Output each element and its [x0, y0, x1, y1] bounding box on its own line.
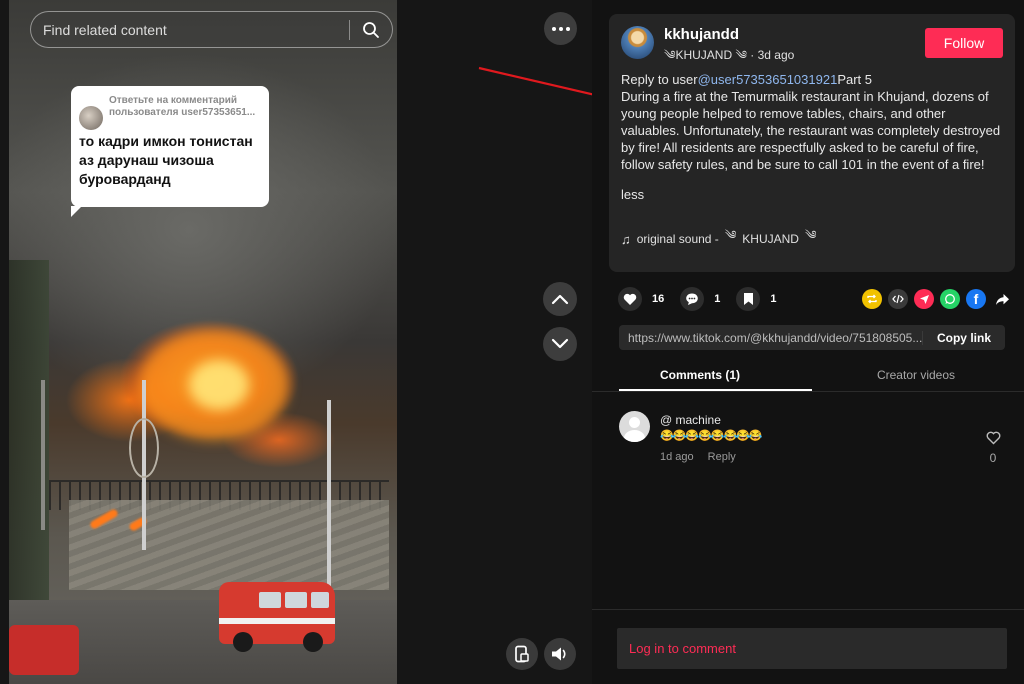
decor-swirl-icon: ༄	[664, 48, 676, 62]
comment-like-count: 0	[989, 451, 997, 465]
chevron-down-icon	[551, 338, 569, 349]
share-arrow-icon	[995, 293, 1009, 305]
chevron-up-icon	[551, 294, 569, 305]
heart-outline-icon	[986, 431, 1000, 445]
sticker-avatar	[79, 106, 103, 130]
more-share-button[interactable]	[992, 289, 1012, 309]
video-link-box: https://www.tiktok.com/@kkhujandd/video/…	[619, 325, 1005, 350]
author-subline: ༄KHUJAND ༄ · 3d ago	[664, 48, 795, 62]
repost-button[interactable]	[862, 289, 882, 309]
video-frame[interactable]: Ответьте на комментарий пользователя use…	[9, 0, 397, 684]
sticker-caption-line1: Ответьте на комментарий	[109, 95, 238, 106]
part-label: Part 5	[837, 72, 872, 87]
action-bar: 16 1 1 f	[618, 286, 1012, 312]
author-display-name: KHUJAND	[675, 48, 733, 62]
send-to-friends-button[interactable]	[914, 289, 934, 309]
bookmark-icon	[743, 293, 753, 305]
copy-link-button[interactable]: Copy link	[921, 330, 1005, 345]
search-button[interactable]	[350, 12, 392, 47]
tab-creator-videos[interactable]: Creator videos	[808, 362, 1024, 391]
decor-swirl-icon: ༄	[804, 228, 817, 242]
previous-video-button[interactable]	[543, 282, 577, 316]
search-bar[interactable]	[30, 11, 393, 48]
login-to-comment-button[interactable]: Log in to comment	[617, 628, 1007, 669]
description-card: kkhujandd ༄KHUJAND ༄ · 3d ago Follow Rep…	[609, 14, 1015, 272]
comment-meta: 1d ago Reply	[660, 451, 736, 463]
original-sound-link[interactable]: ♫ original sound - ༄ KHUJAND ༄	[621, 222, 1003, 256]
comment-button[interactable]: 1	[680, 287, 720, 311]
comment-item: @ machine 😂😂😂😂😂😂😂😂 1d ago Reply 0	[619, 411, 1005, 467]
heart-icon	[623, 293, 637, 305]
commenter-username[interactable]: @ machine	[660, 413, 721, 427]
comment-like-button[interactable]: 0	[985, 431, 1001, 465]
panel-tabs: Comments (1) Creator videos	[592, 362, 1024, 392]
active-tab-indicator	[619, 389, 812, 391]
sound-label: original sound -	[636, 232, 719, 246]
save-button[interactable]: 1	[736, 287, 777, 311]
volume-button[interactable]	[544, 638, 576, 670]
details-panel: kkhujandd ༄KHUJAND ༄ · 3d ago Follow Rep…	[592, 0, 1024, 684]
facebook-icon: f	[973, 291, 979, 307]
comment-text: 😂😂😂😂😂😂😂😂	[660, 430, 763, 442]
more-dot	[558, 26, 563, 31]
more-dot	[551, 26, 556, 31]
author-username[interactable]: kkhujandd	[664, 26, 925, 44]
sticker-text: то кадри имкон тонистан аз дарунаш чизош…	[79, 133, 253, 187]
repost-icon	[867, 294, 877, 304]
annotation-arrow	[478, 66, 592, 96]
video-description: Reply to user@user57353651031921Part 5 D…	[621, 71, 1003, 173]
video-player[interactable]: Ответьте на комментарий пользователя use…	[0, 0, 592, 684]
send-icon	[919, 294, 929, 304]
red-car	[9, 625, 79, 675]
fire-glow	[189, 360, 249, 410]
decor-swirl-icon: ༄	[724, 228, 737, 242]
float-player-icon	[515, 645, 529, 663]
show-less-link[interactable]: less	[621, 187, 661, 202]
reply-comment-sticker: Ответьте на комментарий пользователя use…	[71, 86, 269, 217]
like-count: 16	[652, 293, 665, 305]
post-time: 3d ago	[757, 48, 795, 62]
save-count: 1	[770, 293, 777, 305]
description-body: During a fire at the Temurmalik restaura…	[621, 89, 1001, 172]
more-options-button[interactable]	[544, 12, 577, 45]
sound-artist: KHUJAND	[742, 232, 799, 246]
facebook-share-button[interactable]: f	[966, 289, 986, 309]
reply-prefix: Reply to user	[621, 72, 698, 87]
video-url: https://www.tiktok.com/@kkhujandd/video/…	[628, 330, 922, 345]
volume-icon	[552, 647, 566, 661]
follow-button[interactable]: Follow	[925, 28, 1003, 58]
comment-icon	[686, 293, 699, 305]
like-button[interactable]: 16	[618, 287, 664, 311]
whatsapp-icon	[945, 294, 955, 304]
mention-link[interactable]: @user57353651031921	[698, 72, 838, 87]
next-video-button[interactable]	[543, 327, 577, 361]
embed-button[interactable]	[888, 289, 908, 309]
float-player-button[interactable]	[506, 638, 538, 670]
embed-icon	[892, 294, 904, 304]
commenter-avatar[interactable]	[619, 411, 650, 442]
whatsapp-share-button[interactable]	[940, 289, 960, 309]
fire-van	[219, 582, 335, 652]
comment-time: 1d ago	[660, 451, 694, 463]
panel-divider	[592, 609, 1024, 610]
author-avatar[interactable]	[621, 26, 654, 59]
lamp-post	[327, 400, 331, 600]
share-icons: f	[862, 289, 1012, 309]
search-icon	[363, 21, 379, 38]
reply-button[interactable]: Reply	[708, 451, 736, 463]
sticker-caption-line2: пользователя user57353651...	[109, 107, 256, 118]
search-input[interactable]	[31, 21, 349, 38]
lamp-globe	[129, 418, 159, 478]
decor-swirl-icon: ༄	[732, 48, 747, 62]
more-dot	[565, 26, 570, 31]
tab-comments[interactable]: Comments (1)	[592, 362, 808, 391]
music-note-icon: ♫	[621, 231, 631, 247]
utility-pole	[41, 380, 45, 530]
comment-count: 1	[714, 293, 721, 305]
